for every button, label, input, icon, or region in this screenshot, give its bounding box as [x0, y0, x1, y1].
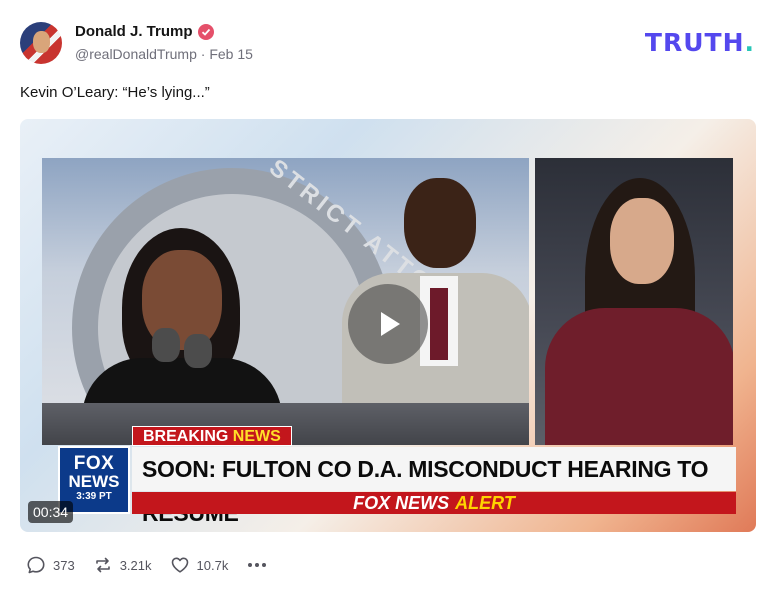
breaking-suffix: NEWS [232, 428, 281, 445]
reply-button[interactable]: 373 [26, 555, 75, 575]
retruth-count: 3.21k [119, 557, 152, 573]
more-icon[interactable] [248, 553, 267, 577]
breaking-prefix: BREAKING [143, 428, 229, 445]
video-player[interactable]: STRICT ATTORNEY FOX NEWS 3:39 PT BREAKIN… [20, 119, 756, 532]
video-duration: 00:34 [28, 501, 74, 523]
video-frame-left: STRICT ATTORNEY [42, 158, 529, 445]
author-name[interactable]: Donald J. Trump [75, 23, 193, 40]
truth-logo-dot: . [744, 28, 755, 57]
retruth-icon [95, 557, 110, 573]
truth-post: Donald J. Trump @realDonaldTrump · Feb 1… [0, 0, 777, 596]
breaking-news-tag: BREAKING NEWS [132, 426, 292, 446]
avatar[interactable] [20, 22, 62, 64]
news-chyron: FOX NEWS 3:39 PT BREAKING NEWS SOON: FUL… [58, 424, 738, 526]
reply-count: 373 [53, 557, 75, 573]
meta-separator: · [196, 46, 210, 62]
retruth-button[interactable]: 3.21k [93, 555, 152, 575]
author-name-row: Donald J. Trump [75, 23, 214, 40]
truth-logo[interactable]: TRUTH. [645, 28, 755, 57]
video-frame-right [535, 158, 733, 445]
like-count: 10.7k [196, 557, 229, 573]
fox-logo-line2: NEWS [68, 472, 120, 491]
play-icon [381, 312, 400, 336]
truth-logo-text: TRUTH [644, 28, 745, 57]
author-handle[interactable]: @realDonaldTrump [75, 46, 197, 62]
alert-prefix: FOX NEWS [353, 492, 450, 513]
post-text: Kevin O’Leary: “He’s lying...” [20, 84, 210, 101]
post-date[interactable]: Feb 15 [209, 46, 253, 62]
like-button[interactable]: 10.7k [170, 555, 229, 575]
chyron-headline: SOON: FULTON CO D.A. MISCONDUCT HEARING … [132, 447, 736, 526]
author-meta: @realDonaldTrump · Feb 15 [75, 46, 253, 62]
avatar-face [33, 31, 50, 53]
verified-badge-icon [197, 23, 214, 40]
like-icon [171, 557, 188, 573]
fox-logo-line1: FOX [73, 453, 115, 474]
fox-news-alert-bar: FOX NEWS ALERT [132, 492, 736, 514]
post-actions: 373 3.21k 10.7k [26, 553, 267, 577]
alert-suffix: ALERT [455, 492, 515, 513]
reply-icon [27, 556, 45, 574]
play-button[interactable] [348, 284, 428, 364]
